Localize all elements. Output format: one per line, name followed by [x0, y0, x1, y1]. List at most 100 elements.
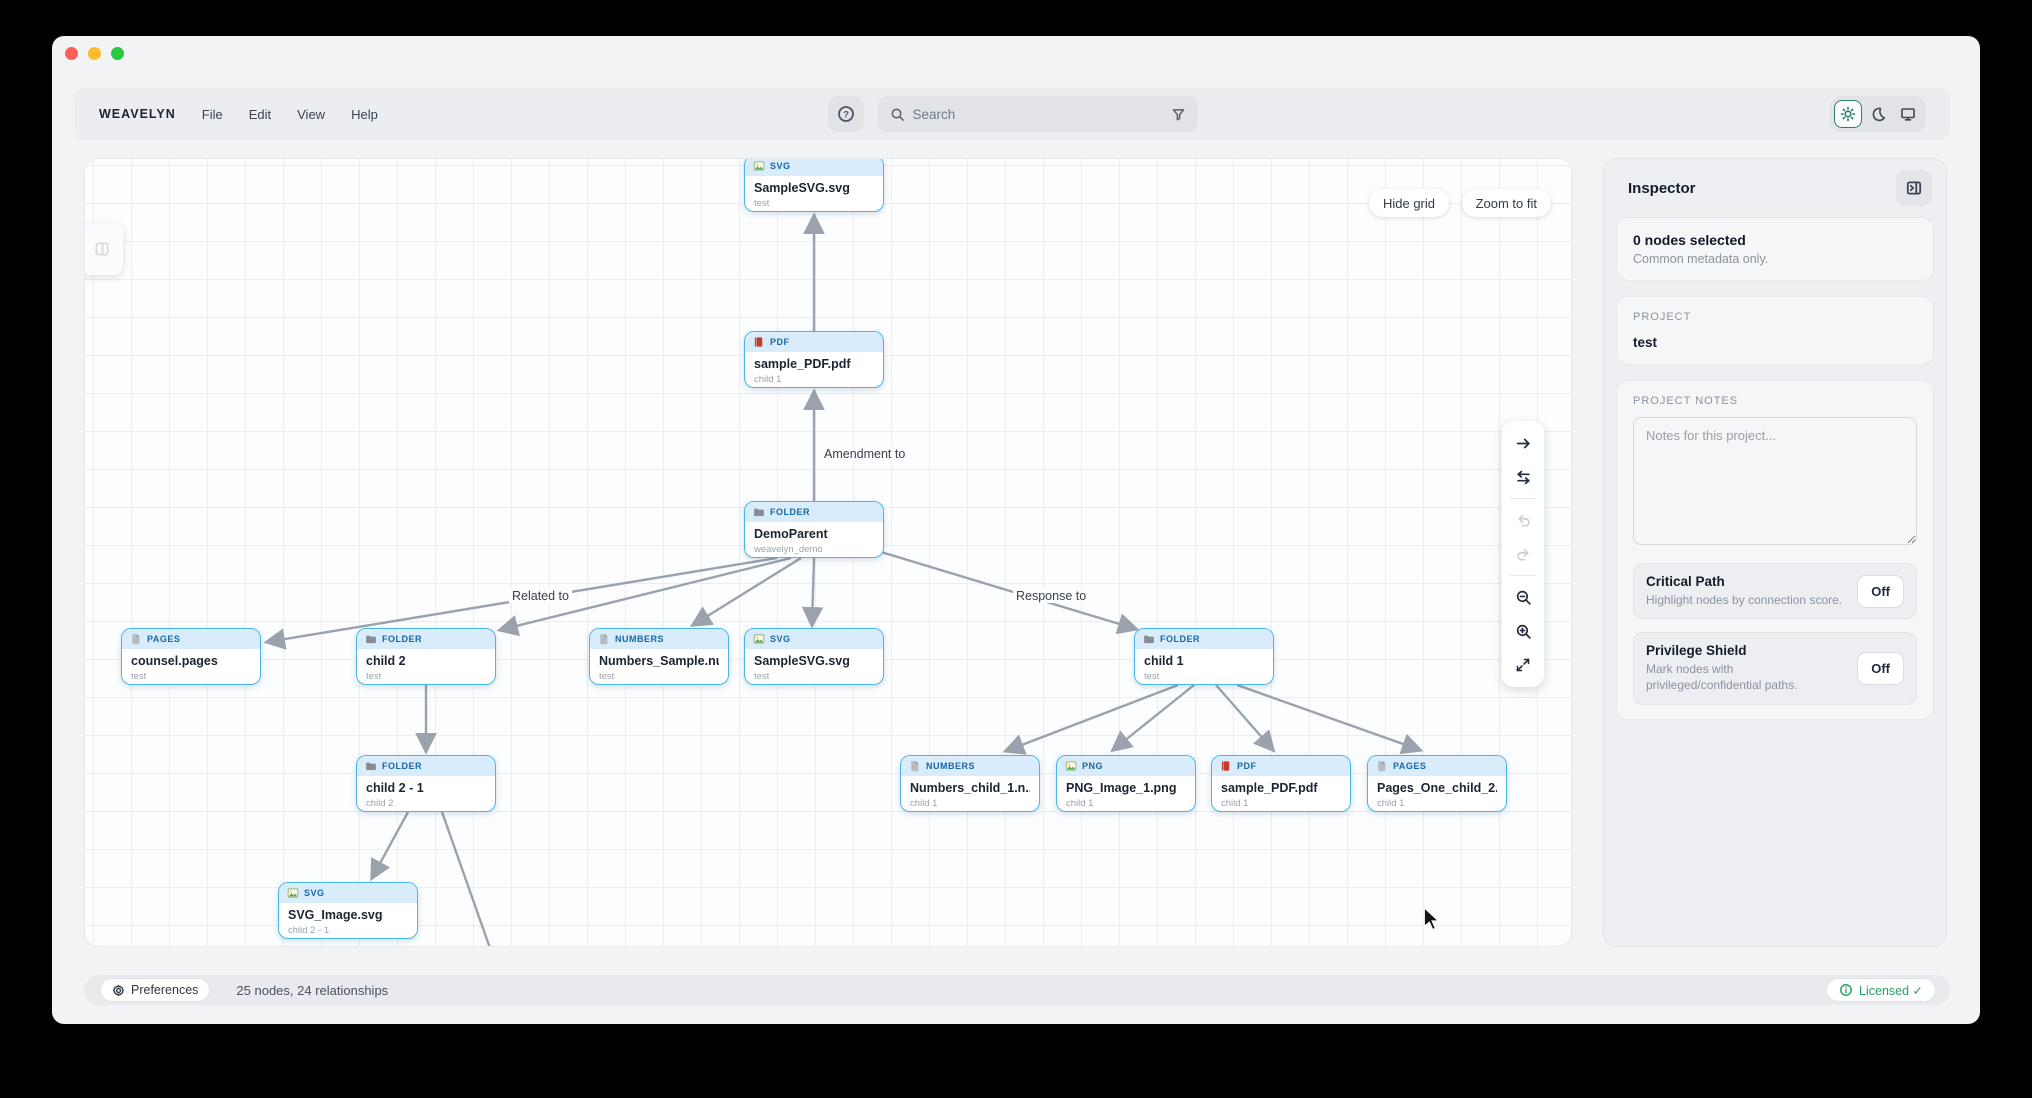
graph-node-pdf_mid[interactable]: PDFsample_PDF.pdfchild 1	[744, 331, 884, 388]
moon-icon	[1870, 106, 1886, 122]
canvas-tool-palette	[1502, 421, 1544, 687]
node-title: SampleSVG.svg	[754, 654, 874, 668]
gear-icon	[112, 984, 125, 997]
help-button[interactable]: ?	[828, 96, 864, 132]
node-title: sample_PDF.pdf	[754, 357, 874, 371]
close-button[interactable]	[65, 47, 78, 60]
node-header: FOLDER	[357, 629, 495, 649]
node-type: PAGES	[147, 634, 180, 644]
node-title: counsel.pages	[131, 654, 251, 668]
expand-icon	[1515, 657, 1531, 673]
folder-icon	[365, 633, 377, 645]
preferences-button[interactable]: Preferences	[100, 978, 210, 1002]
node-subtitle: child 1	[910, 798, 1030, 809]
zoom-button[interactable]	[111, 47, 124, 60]
node-body: Pages_One_child_2...child 1	[1368, 776, 1506, 809]
graph-node-child1[interactable]: FOLDER child 1test	[1134, 628, 1274, 685]
node-subtitle: test	[366, 671, 486, 682]
node-type: NUMBERS	[615, 634, 664, 644]
node-subtitle: child 2 - 1	[288, 925, 408, 936]
zoom-in-tool-button[interactable]	[1502, 614, 1544, 648]
project-notes-label: PROJECT NOTES	[1633, 395, 1917, 407]
hide-grid-button[interactable]: Hide grid	[1369, 189, 1449, 217]
graph-node-numbers_child[interactable]: NUMBERSNumbers_child_1.n...child 1	[900, 755, 1040, 812]
graph-node-svg2[interactable]: SVGSampleSVG.svgtest	[744, 628, 884, 685]
node-title: Numbers_Sample.nu...	[599, 654, 719, 668]
zoom-to-fit-button[interactable]: Zoom to fit	[1462, 189, 1551, 217]
collapse-panel-icon	[1905, 179, 1923, 197]
theme-dark-button[interactable]	[1864, 100, 1892, 128]
mouse-cursor	[1421, 907, 1442, 930]
graph-node-pages_one[interactable]: PAGES Pages_One_child_2...child 1	[1367, 755, 1507, 812]
node-type: PDF	[1237, 761, 1257, 771]
menu-help[interactable]: Help	[351, 107, 378, 122]
node-title: child 2 - 1	[366, 781, 486, 795]
graph-node-child21[interactable]: FOLDERchild 2 - 1child 2	[356, 755, 496, 812]
graph-node-png_image[interactable]: PNGPNG_Image_1.pngchild 1	[1056, 755, 1196, 812]
privilege-shield-toggle[interactable]: Off	[1857, 652, 1904, 685]
node-body: child 1test	[1135, 649, 1273, 682]
graph-node-pdf2[interactable]: PDF sample_PDF.pdfchild 1	[1211, 755, 1351, 812]
app-window: WEAVELYN FileEditViewHelp ? Amendment to…	[52, 36, 1980, 1024]
node-header: PDF	[745, 332, 883, 352]
menu-file[interactable]: File	[202, 107, 223, 122]
menu-edit[interactable]: Edit	[249, 107, 271, 122]
expand-tool-button[interactable]	[1502, 648, 1544, 682]
theme-light-button[interactable]	[1834, 100, 1862, 128]
critical-path-text: Critical Path Highlight nodes by connect…	[1646, 574, 1847, 608]
node-body: Numbers_child_1.n...child 1	[901, 776, 1039, 809]
node-title: SampleSVG.svg	[754, 181, 874, 195]
preferences-label: Preferences	[131, 983, 198, 997]
node-type: FOLDER	[1160, 634, 1200, 644]
graph-node-counsel[interactable]: PAGES counsel.pagestest	[121, 628, 261, 685]
left-panel-toggle[interactable]	[84, 223, 123, 275]
node-body: SampleSVG.svgtest	[745, 176, 883, 209]
project-notes-input[interactable]	[1633, 417, 1917, 545]
search-bar[interactable]	[878, 96, 1198, 132]
node-header: PNG	[1057, 756, 1195, 776]
graph-canvas[interactable]: Amendment toRelated toResponse toSVGSamp…	[84, 158, 1572, 947]
node-subtitle: child 2	[366, 798, 486, 809]
graph-node-svg_image[interactable]: SVGSVG_Image.svgchild 2 - 1	[278, 882, 418, 939]
project-label: PROJECT	[1633, 311, 1917, 323]
undo-tool-button[interactable]	[1502, 503, 1544, 537]
search-input[interactable]	[913, 107, 1163, 122]
zoom-out-tool-button[interactable]	[1502, 580, 1544, 614]
menu-view[interactable]: View	[297, 107, 325, 122]
node-title: sample_PDF.pdf	[1221, 781, 1341, 795]
node-subtitle: child 1	[1066, 798, 1186, 809]
graph-node-numbers_sample[interactable]: NUMBERSNumbers_Sample.nu...test	[589, 628, 729, 685]
theme-system-button[interactable]	[1894, 100, 1922, 128]
node-type: PAGES	[1393, 761, 1426, 771]
graph-node-svg_top[interactable]: SVG SampleSVG.svgtest	[744, 158, 884, 212]
graph-node-demo_parent[interactable]: FOLDERDemoParentweavelyn_demo	[744, 501, 884, 558]
node-subtitle: child 1	[1221, 798, 1341, 809]
graph-node-child2[interactable]: FOLDERchild 2test	[356, 628, 496, 685]
arrow-right-tool-button[interactable]	[1502, 426, 1544, 460]
document-icon	[130, 633, 142, 645]
undo-icon	[1515, 512, 1532, 529]
critical-path-toggle[interactable]: Off	[1857, 575, 1904, 608]
swap-horizontal-icon	[1515, 469, 1532, 486]
redo-icon	[1515, 546, 1532, 563]
sun-icon	[1840, 106, 1856, 122]
node-body: PNG_Image_1.pngchild 1	[1057, 776, 1195, 809]
privilege-shield-card: Privilege Shield Mark nodes with privile…	[1633, 632, 1917, 704]
document-icon	[598, 633, 610, 645]
node-title: DemoParent	[754, 527, 874, 541]
edge-label: Related to	[509, 589, 572, 603]
minimize-button[interactable]	[88, 47, 101, 60]
node-type: FOLDER	[382, 634, 422, 644]
window-controls	[65, 47, 124, 60]
node-body: counsel.pagestest	[122, 649, 260, 682]
filter-icon[interactable]	[1171, 107, 1186, 122]
critical-path-title: Critical Path	[1646, 574, 1847, 589]
node-header: SVG	[745, 629, 883, 649]
swap-horizontal-tool-button[interactable]	[1502, 460, 1544, 494]
menu-group: WEAVELYN FileEditViewHelp	[75, 107, 828, 122]
collapse-inspector-button[interactable]	[1896, 170, 1932, 206]
search-icon	[890, 107, 905, 122]
redo-tool-button[interactable]	[1502, 537, 1544, 571]
project-notes-card: PROJECT NOTES Critical Path Highlight no…	[1616, 380, 1934, 720]
node-type: SVG	[770, 161, 791, 171]
